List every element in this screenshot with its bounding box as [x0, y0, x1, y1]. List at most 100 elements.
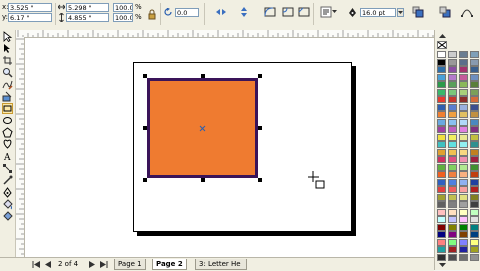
color-swatch[interactable]	[437, 81, 446, 88]
last-page-icon[interactable]	[99, 260, 108, 269]
color-swatch[interactable]	[459, 253, 468, 261]
color-swatch[interactable]	[448, 201, 457, 208]
rotation-field[interactable]: 0.0	[175, 8, 199, 17]
color-swatch[interactable]	[448, 133, 457, 141]
selection-handle-bottom-right[interactable]	[258, 178, 262, 182]
color-swatch[interactable]	[448, 51, 457, 58]
horizontal-ruler[interactable]	[16, 30, 434, 38]
color-swatch[interactable]	[470, 133, 479, 141]
interactive-fill-tool-icon[interactable]	[2, 211, 13, 222]
color-swatch[interactable]	[459, 193, 468, 201]
color-swatch[interactable]	[459, 103, 468, 111]
color-swatch[interactable]	[437, 118, 446, 126]
height-field[interactable]: 4.855 "	[66, 13, 109, 22]
color-swatch[interactable]	[470, 81, 479, 88]
selection-handle-bottom-center[interactable]	[201, 178, 205, 182]
color-swatch[interactable]	[448, 81, 457, 88]
color-swatch[interactable]	[437, 96, 446, 103]
outline-tool-icon[interactable]	[2, 187, 13, 198]
color-swatch[interactable]	[437, 193, 446, 201]
color-swatch[interactable]	[448, 186, 457, 193]
color-swatch[interactable]	[470, 88, 479, 96]
color-swatch[interactable]	[470, 246, 479, 253]
palette-scroll-up-icon[interactable]	[438, 33, 447, 39]
previous-page-icon[interactable]	[44, 260, 53, 269]
color-swatch[interactable]	[470, 148, 479, 156]
color-swatch[interactable]	[470, 163, 479, 171]
first-page-icon[interactable]	[32, 260, 41, 269]
scale-x-field[interactable]: 100.0	[113, 3, 133, 12]
color-swatch[interactable]	[459, 246, 468, 253]
color-swatch[interactable]	[470, 118, 479, 126]
color-swatch[interactable]	[459, 171, 468, 178]
color-swatch[interactable]	[437, 51, 446, 58]
color-swatch[interactable]	[448, 118, 457, 126]
selection-handle-middle-left[interactable]	[143, 126, 147, 130]
color-swatch[interactable]	[459, 81, 468, 88]
text-tool-icon[interactable]: A	[2, 151, 13, 163]
color-swatch[interactable]	[470, 238, 479, 246]
interactive-blend-tool-icon[interactable]	[2, 163, 13, 174]
polygon-tool-icon[interactable]	[2, 127, 13, 138]
palette-scroll-down-icon[interactable]	[438, 262, 447, 268]
lock-ratio-button[interactable]	[144, 7, 158, 21]
color-swatch[interactable]	[459, 208, 468, 216]
vertical-ruler[interactable]	[16, 37, 25, 257]
page-tab-2[interactable]: Page 2	[152, 259, 187, 270]
rectangle-tool-icon[interactable]	[2, 103, 13, 114]
color-swatch[interactable]	[459, 88, 468, 96]
corner-scallop-button[interactable]	[280, 4, 294, 18]
color-swatch[interactable]	[448, 73, 457, 81]
color-swatch[interactable]	[470, 156, 479, 163]
color-swatch[interactable]	[448, 193, 457, 201]
color-swatch[interactable]	[448, 111, 457, 118]
color-swatch[interactable]	[448, 103, 457, 111]
color-swatch[interactable]	[459, 96, 468, 103]
color-swatch[interactable]	[437, 73, 446, 81]
wrap-text-button[interactable]	[318, 4, 332, 18]
color-swatch[interactable]	[437, 88, 446, 96]
color-swatch[interactable]	[437, 231, 446, 238]
color-swatch[interactable]	[459, 51, 468, 58]
color-swatch[interactable]	[437, 126, 446, 133]
selection-handle-bottom-left[interactable]	[143, 178, 147, 182]
color-swatch[interactable]	[470, 126, 479, 133]
color-swatch[interactable]	[437, 58, 446, 66]
color-swatch[interactable]	[470, 141, 479, 148]
color-swatch[interactable]	[459, 178, 468, 186]
color-swatch[interactable]	[437, 216, 446, 223]
color-swatch[interactable]	[459, 216, 468, 223]
color-swatch[interactable]	[437, 163, 446, 171]
color-swatch[interactable]	[470, 178, 479, 186]
color-swatch[interactable]	[448, 208, 457, 216]
color-swatch[interactable]	[459, 118, 468, 126]
ellipse-tool-icon[interactable]	[2, 115, 13, 126]
page-tab-1[interactable]: Page 1	[114, 259, 146, 270]
no-color-swatch[interactable]	[437, 41, 447, 49]
color-swatch[interactable]	[470, 208, 479, 216]
color-swatch[interactable]	[437, 148, 446, 156]
color-swatch[interactable]	[448, 88, 457, 96]
color-swatch[interactable]	[437, 66, 446, 73]
color-swatch[interactable]	[437, 171, 446, 178]
color-swatch[interactable]	[448, 156, 457, 163]
color-swatch[interactable]	[459, 73, 468, 81]
color-swatch[interactable]	[437, 156, 446, 163]
color-swatch[interactable]	[459, 126, 468, 133]
color-swatch[interactable]	[470, 66, 479, 73]
color-swatch[interactable]	[470, 103, 479, 111]
color-swatch[interactable]	[470, 96, 479, 103]
fill-tool-icon[interactable]	[2, 199, 13, 210]
pick-tool-icon[interactable]	[2, 31, 13, 43]
color-swatch[interactable]	[437, 253, 446, 261]
color-swatch[interactable]	[470, 58, 479, 66]
crop-tool-icon[interactable]	[2, 55, 13, 66]
color-swatch[interactable]	[437, 238, 446, 246]
color-swatch[interactable]	[459, 111, 468, 118]
color-swatch[interactable]	[437, 141, 446, 148]
outline-width-field[interactable]: 16.0 pt	[360, 8, 396, 17]
color-swatch[interactable]	[437, 111, 446, 118]
smart-fill-tool-icon[interactable]	[2, 91, 13, 102]
color-swatch[interactable]	[459, 66, 468, 73]
color-swatch[interactable]	[470, 51, 479, 58]
